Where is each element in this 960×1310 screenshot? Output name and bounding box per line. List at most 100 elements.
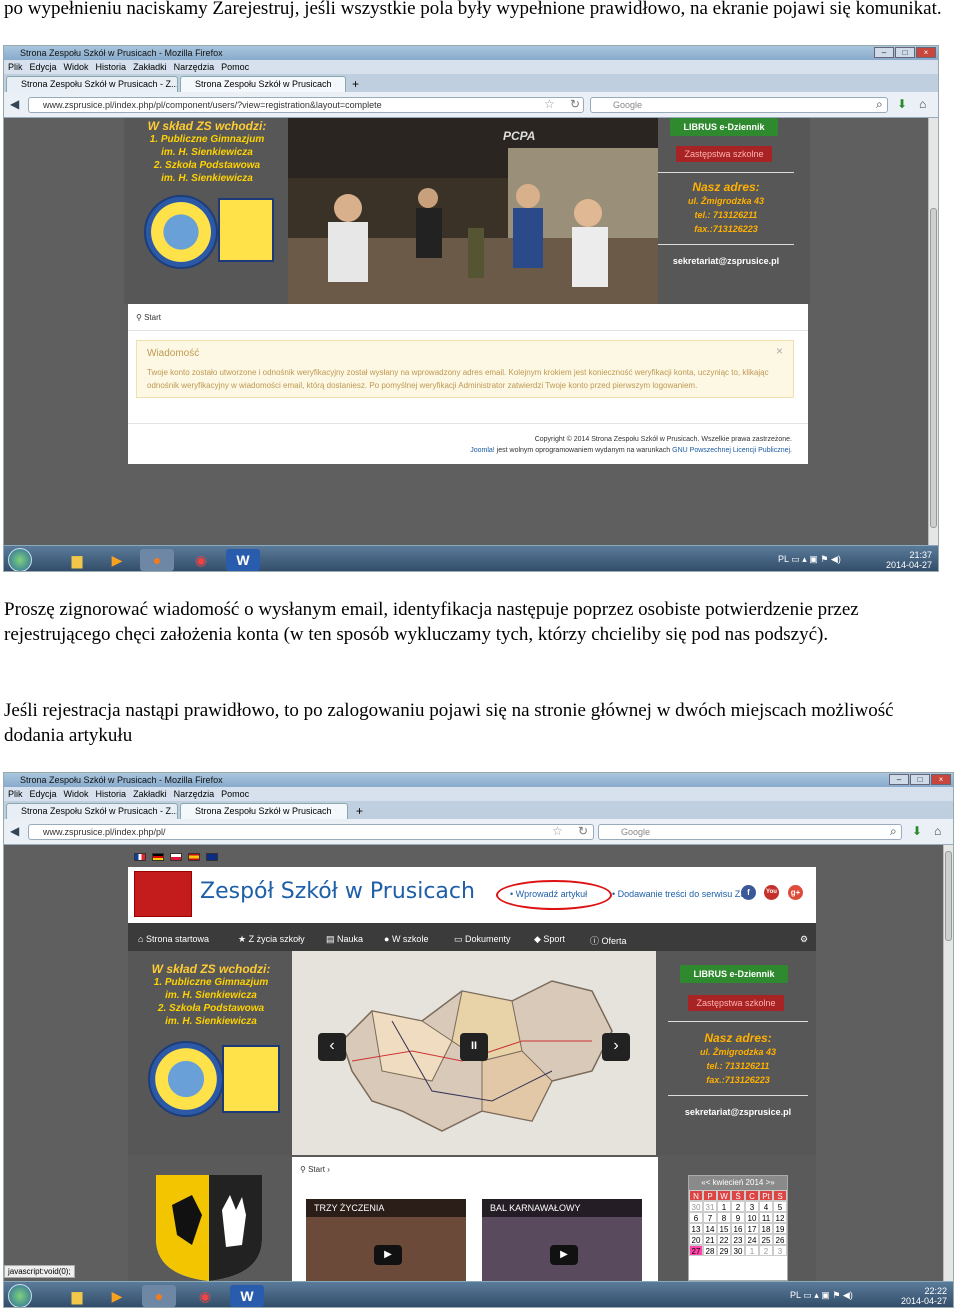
librus-button[interactable]: LIBRUS e-Dziennik <box>680 965 788 983</box>
search-icon[interactable]: ⌕ <box>890 824 897 839</box>
nav-learning[interactable]: ▤ Nauka <box>326 934 363 945</box>
firefox-icon[interactable]: ● <box>140 549 174 571</box>
librus-button[interactable]: LIBRUS e-Dziennik <box>670 118 778 136</box>
tab-1[interactable]: Strona Zespołu Szkół w Prusicach - Z... <box>6 803 178 819</box>
calendar-day[interactable]: 30 <box>689 1201 703 1212</box>
volume-icon[interactable]: ◀) <box>831 554 841 564</box>
breadcrumb-start[interactable]: Start <box>144 313 161 322</box>
google-plus-icon[interactable]: g+ <box>788 885 803 900</box>
calendar-day[interactable]: 25 <box>759 1234 773 1245</box>
calendar-day[interactable]: 27 <box>689 1245 703 1256</box>
star-icon[interactable]: ☆ <box>552 824 563 838</box>
play-icon[interactable]: ▶ <box>550 1245 578 1265</box>
alert-close-icon[interactable]: × <box>776 345 783 358</box>
flag-icon[interactable]: ⚑ <box>832 1290 840 1300</box>
calendar-prev-button[interactable]: «< <box>701 1178 710 1187</box>
menu-history[interactable]: Historia <box>96 789 127 799</box>
search-icon[interactable]: ⌕ <box>876 97 883 112</box>
calendar-day[interactable]: 18 <box>759 1223 773 1234</box>
calendar-day[interactable]: 2 <box>759 1245 773 1256</box>
calendar-day[interactable]: 21 <box>703 1234 717 1245</box>
article-card-2[interactable]: BAL KARNAWAŁOWY ▶ <box>482 1199 642 1281</box>
calendar-day[interactable]: 8 <box>717 1212 731 1223</box>
flag-es-icon[interactable] <box>188 853 200 861</box>
flag-fr-icon[interactable] <box>134 853 146 861</box>
slideshow-next-button[interactable]: › <box>602 1033 630 1061</box>
calendar-day[interactable]: 24 <box>745 1234 759 1245</box>
calendar-day[interactable]: 3 <box>745 1201 759 1212</box>
maximize-button[interactable]: □ <box>895 47 915 58</box>
calendar-day[interactable]: 7 <box>703 1212 717 1223</box>
tab-1[interactable]: Strona Zespołu Szkół w Prusicach - Z... <box>6 76 178 92</box>
search-field[interactable]: Google <box>590 97 888 113</box>
calendar-day[interactable]: 26 <box>773 1234 787 1245</box>
download-icon[interactable]: ⬇ <box>897 97 907 111</box>
calendar-day[interactable]: 9 <box>731 1212 745 1223</box>
media-player-icon[interactable]: ▶ <box>100 549 134 571</box>
email-address[interactable]: sekretariat@zsprusice.pl <box>668 1107 808 1117</box>
calendar-day[interactable]: 22 <box>717 1234 731 1245</box>
menu-tools[interactable]: Narzędzia <box>174 62 215 72</box>
scrollbar[interactable] <box>928 118 938 545</box>
keyboard-icon[interactable]: ▭ <box>791 554 800 564</box>
play-icon[interactable]: ▶ <box>374 1245 402 1265</box>
scrollbar-thumb[interactable] <box>930 208 937 528</box>
tab-2[interactable]: Strona Zespołu Szkół w Prusicach <box>180 76 346 92</box>
calendar-day[interactable]: 15 <box>717 1223 731 1234</box>
calendar-day[interactable]: 14 <box>703 1223 717 1234</box>
firefox-icon[interactable]: ● <box>142 1285 176 1307</box>
maximize-button[interactable]: □ <box>910 774 930 785</box>
calendar-day[interactable]: 23 <box>731 1234 745 1245</box>
calendar-day[interactable]: 20 <box>689 1234 703 1245</box>
scrollbar[interactable] <box>943 845 953 1281</box>
calendar-day[interactable]: 31 <box>703 1201 717 1212</box>
nav-school-life[interactable]: ★ Z życia szkoły <box>238 934 305 945</box>
tray-arrow-icon[interactable]: ▴ <box>814 1290 819 1300</box>
language-indicator[interactable]: PL <box>790 1290 801 1300</box>
search-field[interactable]: Google <box>598 824 902 840</box>
calendar-day[interactable]: 3 <box>773 1245 787 1256</box>
menu-bookmarks[interactable]: Zakładki <box>133 789 167 799</box>
flag-de-icon[interactable] <box>152 853 164 861</box>
scrollbar-thumb[interactable] <box>945 851 952 941</box>
chrome-icon[interactable]: ◉ <box>184 549 218 571</box>
menu-file[interactable]: Plik <box>8 62 23 72</box>
calendar-day[interactable]: 10 <box>745 1212 759 1223</box>
site-title[interactable]: Zespół Szkół w Prusicach <box>200 879 475 904</box>
substitutes-button[interactable]: Zastępstwa szkolne <box>676 146 772 162</box>
calendar-day[interactable]: 13 <box>689 1223 703 1234</box>
calendar-day[interactable]: 5 <box>773 1201 787 1212</box>
menu-file[interactable]: Plik <box>8 789 23 799</box>
nav-documents[interactable]: ▭ Dokumenty <box>454 934 511 945</box>
media-player-icon[interactable]: ▶ <box>100 1285 134 1307</box>
menu-history[interactable]: Historia <box>96 62 127 72</box>
flag-uk-icon[interactable] <box>206 853 218 861</box>
menu-edit[interactable]: Edycja <box>30 789 57 799</box>
nav-home[interactable]: ⌂ Strona startowa <box>138 934 209 944</box>
start-button[interactable] <box>8 1284 32 1307</box>
nav-sport[interactable]: ◆ Sport <box>534 934 565 945</box>
tray-arrow-icon[interactable]: ▴ <box>802 554 807 564</box>
calendar-day[interactable]: 19 <box>773 1223 787 1234</box>
calendar-day[interactable]: 30 <box>731 1245 745 1256</box>
breadcrumb-start[interactable]: Start <box>308 1165 325 1174</box>
download-icon[interactable]: ⬇ <box>912 824 922 838</box>
slideshow-prev-button[interactable]: ‹ <box>318 1033 346 1061</box>
flag-icon[interactable]: ⚑ <box>820 554 828 564</box>
language-indicator[interactable]: PL <box>778 554 789 564</box>
article-card-1[interactable]: TRZY ŻYCZENIA ▶ <box>306 1199 466 1281</box>
menu-bookmarks[interactable]: Zakładki <box>133 62 167 72</box>
calendar-day[interactable]: 6 <box>689 1212 703 1223</box>
slideshow-pause-button[interactable]: II <box>460 1033 488 1061</box>
close-button[interactable]: × <box>916 47 936 58</box>
url-field[interactable]: www.zsprusice.pl/index.php/pl/ <box>28 824 594 840</box>
calendar-next-button[interactable]: >» <box>766 1178 775 1187</box>
menu-view[interactable]: Widok <box>64 789 89 799</box>
calendar-day[interactable]: 2 <box>731 1201 745 1212</box>
submit-content-link[interactable]: • Dodawanie treści do serwisu ZS <box>612 889 746 899</box>
menu-view[interactable]: Widok <box>64 62 89 72</box>
flag-pl-icon[interactable] <box>170 853 182 861</box>
explorer-icon[interactable]: ▆ <box>60 1285 94 1307</box>
reload-icon[interactable]: ↻ <box>570 97 580 111</box>
tab-2[interactable]: Strona Zespołu Szkół w Prusicach <box>180 803 348 819</box>
